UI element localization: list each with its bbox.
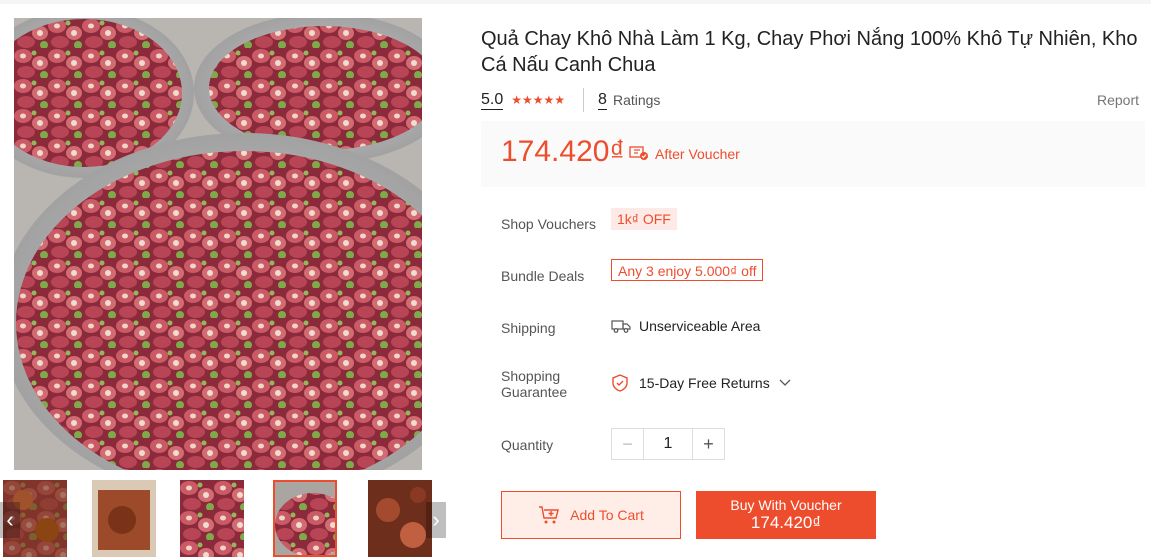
product-title: Quả Chay Khô Nhà Làm 1 Kg, Chay Phơi Nắn… <box>481 28 1138 76</box>
thumbnail-5[interactable] <box>368 480 432 557</box>
quantity-increase-button[interactable]: + <box>692 429 724 459</box>
quantity-input[interactable] <box>644 429 692 459</box>
voucher-icon <box>629 145 649 166</box>
quantity-label: Quantity <box>501 437 554 453</box>
shipping-value: Unserviceable Area <box>611 318 760 334</box>
shipping-value-text: Unserviceable Area <box>639 318 761 334</box>
star-rating-icon: ★★★★★ <box>511 93 566 107</box>
rating-value[interactable]: 5.0 <box>481 91 504 110</box>
thumbnail-4-active[interactable] <box>273 480 337 557</box>
ratings-label: Ratings <box>612 92 661 108</box>
ratings-count[interactable]: 8 <box>598 91 607 110</box>
add-to-cart-label: Add To Cart <box>570 507 644 523</box>
buy-with-voucher-label: Buy With Voucher <box>730 497 842 513</box>
shopping-guarantee-label: Shopping Guarantee <box>501 368 568 400</box>
guarantee-value-text: 15-Day Free Returns <box>639 375 770 391</box>
truck-icon <box>611 320 631 333</box>
price: 174.420₫ <box>501 135 625 168</box>
shipping-label: Shipping <box>501 320 556 336</box>
add-cart-icon <box>539 506 560 524</box>
gallery-prev-button[interactable]: ‹ <box>0 502 20 538</box>
divider <box>583 88 585 112</box>
add-to-cart-button[interactable]: Add To Cart <box>501 491 681 539</box>
shield-icon <box>612 374 628 392</box>
after-voucher-label: After Voucher <box>655 146 740 162</box>
quantity-stepper: − + <box>611 428 725 460</box>
rating-row: 5.0 ★★★★★ 8 Ratings Report <box>481 88 1139 112</box>
report-link[interactable]: Report <box>1097 92 1139 108</box>
chevron-down-icon <box>779 379 791 386</box>
product-card: ‹ › Quả Chay Khô Nhà Làm 1 Kg, Chay Phơi… <box>0 4 1151 557</box>
thumbnail-2[interactable] <box>92 480 156 557</box>
thumbnail-3[interactable] <box>180 480 244 557</box>
price-box: 174.420₫ After Voucher <box>481 121 1145 187</box>
buy-with-voucher-button[interactable]: Buy With Voucher 174.420₫ <box>696 491 876 539</box>
bundle-deals-label: Bundle Deals <box>501 268 585 284</box>
quantity-decrease-button[interactable]: − <box>612 429 644 459</box>
guarantee-value[interactable]: 15-Day Free Returns <box>611 374 792 392</box>
buy-price: 174.420₫ <box>750 513 822 532</box>
shop-vouchers-label: Shop Vouchers <box>501 216 596 232</box>
main-product-image[interactable] <box>14 18 422 470</box>
shop-voucher-tag[interactable]: 1k₫ OFF <box>611 208 677 230</box>
thumbnail-strip: ‹ › <box>0 480 446 557</box>
gallery-next-button[interactable]: › <box>426 502 446 538</box>
bundle-deal-tag[interactable]: Any 3 enjoy 5.000₫ off <box>611 259 764 281</box>
